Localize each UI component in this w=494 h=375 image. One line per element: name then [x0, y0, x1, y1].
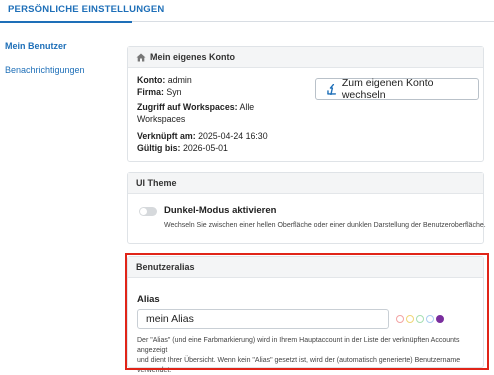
- own-account-title: Mein eigenes Konto: [150, 52, 236, 62]
- color-swatches: [396, 315, 444, 323]
- dark-mode-description: Wechseln Sie zwischen einer hellen Oberf…: [164, 222, 486, 229]
- own-account-card: Mein eigenes Konto Konto: admin Firma: S…: [127, 46, 484, 162]
- dark-mode-toggle[interactable]: [139, 207, 157, 216]
- alias-description: Der "Alias" (und eine Farbmarkierung) wi…: [137, 337, 461, 374]
- sidebar-item-notifications[interactable]: Benachrichtigungen: [5, 65, 85, 75]
- active-tab-indicator: [0, 21, 132, 23]
- ui-theme-card-header: UI Theme: [128, 173, 483, 194]
- home-icon: [136, 53, 146, 61]
- switch-button-label: Zum eigenen Konto wechseln: [341, 77, 434, 101]
- ui-theme-title: UI Theme: [136, 178, 177, 188]
- user-alias-card: Benutzeralias Alias Der "Alias" (und ein…: [127, 256, 484, 374]
- user-alias-title: Benutzeralias: [136, 262, 195, 272]
- color-swatch-green[interactable]: [416, 315, 424, 323]
- top-tab-bar: PERSÖNLICHE EINSTELLUNGEN: [0, 0, 494, 23]
- ui-theme-card: UI Theme Dunkel-Modus aktivieren Wechsel…: [127, 172, 486, 244]
- toggle-knob: [140, 208, 147, 215]
- switch-to-own-account-button[interactable]: Zum eigenen Konto wechseln: [315, 77, 479, 101]
- tab-personal-settings[interactable]: PERSÖNLICHE EINSTELLUNGEN: [0, 0, 173, 22]
- switch-account-icon: [327, 83, 337, 95]
- color-swatch-yellow[interactable]: [406, 315, 414, 323]
- color-swatch-red[interactable]: [396, 315, 404, 323]
- color-swatch-blue[interactable]: [426, 315, 434, 323]
- account-firma: Firma: Syn: [137, 87, 182, 97]
- alias-input[interactable]: [137, 309, 389, 329]
- color-swatch-purple[interactable]: [436, 315, 444, 323]
- account-workspaces: Zugriff auf Workspaces: Alle: [137, 102, 255, 112]
- account-valid-until: Gültig bis: 2026-05-01: [137, 143, 228, 153]
- own-account-card-header: Mein eigenes Konto: [128, 47, 483, 68]
- dark-mode-label: Dunkel-Modus aktivieren: [164, 205, 277, 216]
- sidebar-item-my-user[interactable]: Mein Benutzer: [5, 41, 67, 51]
- user-alias-card-header: Benutzeralias: [128, 257, 483, 278]
- alias-label: Alias: [137, 294, 160, 305]
- account-linked-date: Verknüpft am: 2025-04-24 16:30: [137, 131, 268, 141]
- account-konto: Konto: admin: [137, 75, 192, 85]
- account-workspaces-cont: Workspaces: [137, 114, 186, 124]
